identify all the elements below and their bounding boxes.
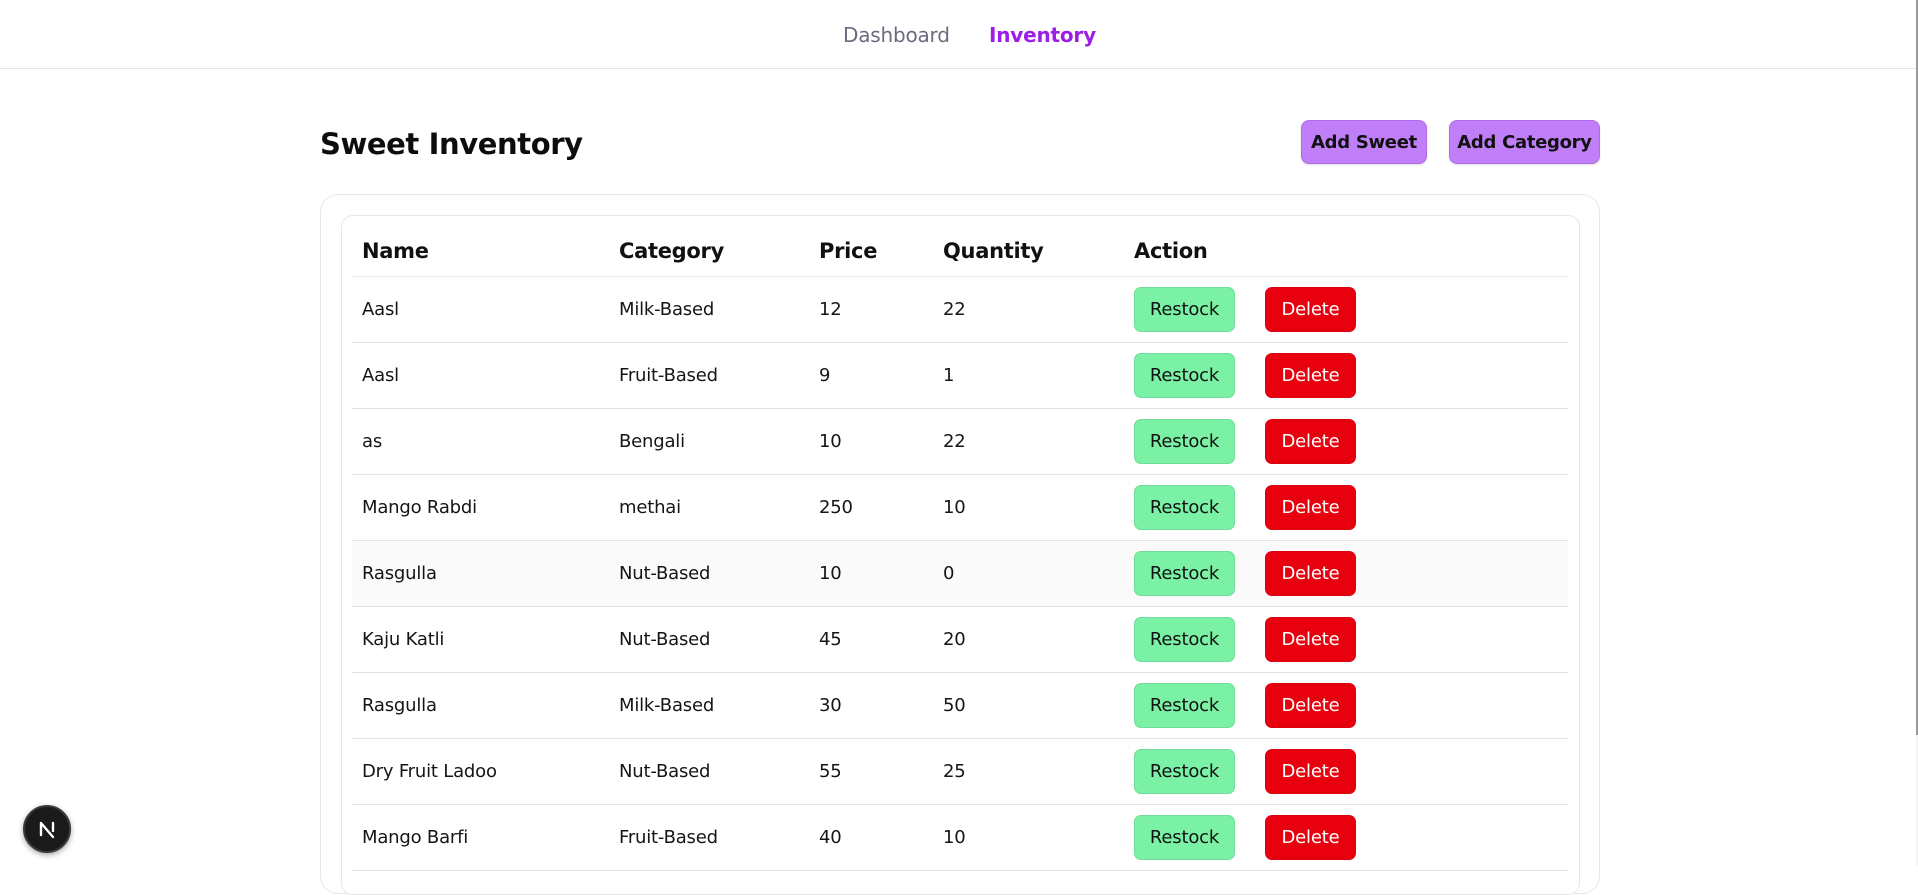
table-row: as Bengali 10 22 Restock Delete: [352, 408, 1568, 475]
cell-quantity: 1: [933, 342, 1124, 409]
delete-button[interactable]: Delete: [1265, 616, 1356, 662]
cell-price: 45: [809, 606, 933, 673]
cell-name: Dry Fruit Ladoo: [352, 738, 609, 805]
restock-button[interactable]: Restock: [1134, 286, 1235, 332]
cell-actions: Restock Delete: [1124, 672, 1568, 739]
cell-name: Rasgulla: [352, 540, 609, 607]
cell-price: 9: [809, 342, 933, 409]
cell-price: 40: [809, 804, 933, 871]
column-header-price: Price: [809, 226, 933, 277]
cell-category: Milk-Based: [609, 276, 809, 343]
restock-button[interactable]: Restock: [1134, 418, 1235, 464]
nextjs-logo-icon[interactable]: [23, 805, 71, 853]
cell-price: 250: [809, 474, 933, 541]
restock-button[interactable]: Restock: [1134, 616, 1235, 662]
nav-link-inventory[interactable]: Inventory: [989, 23, 1096, 47]
cell-category: Fruit-Based: [609, 342, 809, 409]
table-row: Aasl Fruit-Based 9 1 Restock Delete: [352, 342, 1568, 409]
restock-button[interactable]: Restock: [1134, 814, 1235, 860]
delete-button[interactable]: Delete: [1265, 682, 1356, 728]
cell-category: Nut-Based: [609, 606, 809, 673]
cell-name: Aasl: [352, 342, 609, 409]
column-header-name: Name: [352, 226, 609, 277]
cell-actions: Restock Delete: [1124, 342, 1568, 409]
cell-name: Mango Barfi: [352, 804, 609, 871]
delete-button[interactable]: Delete: [1265, 286, 1356, 332]
nav-link-dashboard[interactable]: Dashboard: [843, 23, 950, 47]
cell-actions: Restock Delete: [1124, 408, 1568, 475]
cell-price: 55: [809, 738, 933, 805]
table-row: Aasl Milk-Based 12 22 Restock Delete: [352, 276, 1568, 343]
cell-category: Milk-Based: [609, 672, 809, 739]
column-header-category: Category: [609, 226, 809, 277]
table-row: Rasgulla Nut-Based 10 0 Restock Delete: [352, 540, 1568, 607]
cell-category: Fruit-Based: [609, 804, 809, 871]
cell-quantity: 22: [933, 408, 1124, 475]
cell-quantity: 25: [933, 738, 1124, 805]
inventory-table: Name Category Price Quantity Action Aasl…: [352, 226, 1568, 871]
delete-button[interactable]: Delete: [1265, 418, 1356, 464]
delete-button[interactable]: Delete: [1265, 352, 1356, 398]
cell-quantity: 10: [933, 474, 1124, 541]
delete-button[interactable]: Delete: [1265, 814, 1356, 860]
table-row: Rasgulla Milk-Based 30 50 Restock Delete: [352, 672, 1568, 739]
top-navigation: Dashboard Inventory: [0, 0, 1916, 69]
table-row: Kaju Katli Nut-Based 45 20 Restock Delet…: [352, 606, 1568, 673]
cell-actions: Restock Delete: [1124, 540, 1568, 607]
restock-button[interactable]: Restock: [1134, 550, 1235, 596]
page-title: Sweet Inventory: [320, 127, 583, 161]
restock-button[interactable]: Restock: [1134, 682, 1235, 728]
cell-price: 12: [809, 276, 933, 343]
nextjs-logo-glyph-icon: [39, 821, 55, 839]
cell-category: Nut-Based: [609, 738, 809, 805]
table-header-row: Name Category Price Quantity Action: [352, 226, 1568, 277]
cell-quantity: 50: [933, 672, 1124, 739]
delete-button[interactable]: Delete: [1265, 748, 1356, 794]
cell-category: Nut-Based: [609, 540, 809, 607]
cell-actions: Restock Delete: [1124, 606, 1568, 673]
cell-actions: Restock Delete: [1124, 738, 1568, 805]
cell-actions: Restock Delete: [1124, 474, 1568, 541]
table-row: Mango Barfi Fruit-Based 40 10 Restock De…: [352, 804, 1568, 871]
cell-actions: Restock Delete: [1124, 276, 1568, 343]
restock-button[interactable]: Restock: [1134, 352, 1235, 398]
cell-quantity: 20: [933, 606, 1124, 673]
column-header-quantity: Quantity: [933, 226, 1124, 277]
cell-quantity: 22: [933, 276, 1124, 343]
cell-quantity: 10: [933, 804, 1124, 871]
table-row: Mango Rabdi methai 250 10 Restock Delete: [352, 474, 1568, 541]
cell-name: Aasl: [352, 276, 609, 343]
add-sweet-button[interactable]: Add Sweet: [1301, 120, 1427, 164]
column-header-action: Action: [1124, 226, 1568, 277]
add-category-button[interactable]: Add Category: [1449, 120, 1600, 164]
restock-button[interactable]: Restock: [1134, 484, 1235, 530]
cell-name: Mango Rabdi: [352, 474, 609, 541]
delete-button[interactable]: Delete: [1265, 484, 1356, 530]
cell-price: 10: [809, 408, 933, 475]
cell-actions: Restock Delete: [1124, 804, 1568, 871]
table-row: Dry Fruit Ladoo Nut-Based 55 25 Restock …: [352, 738, 1568, 805]
delete-button[interactable]: Delete: [1265, 550, 1356, 596]
cell-name: Rasgulla: [352, 672, 609, 739]
cell-name: as: [352, 408, 609, 475]
cell-price: 30: [809, 672, 933, 739]
cell-name: Kaju Katli: [352, 606, 609, 673]
cell-category: Bengali: [609, 408, 809, 475]
restock-button[interactable]: Restock: [1134, 748, 1235, 794]
cell-quantity: 0: [933, 540, 1124, 607]
cell-price: 10: [809, 540, 933, 607]
cell-category: methai: [609, 474, 809, 541]
